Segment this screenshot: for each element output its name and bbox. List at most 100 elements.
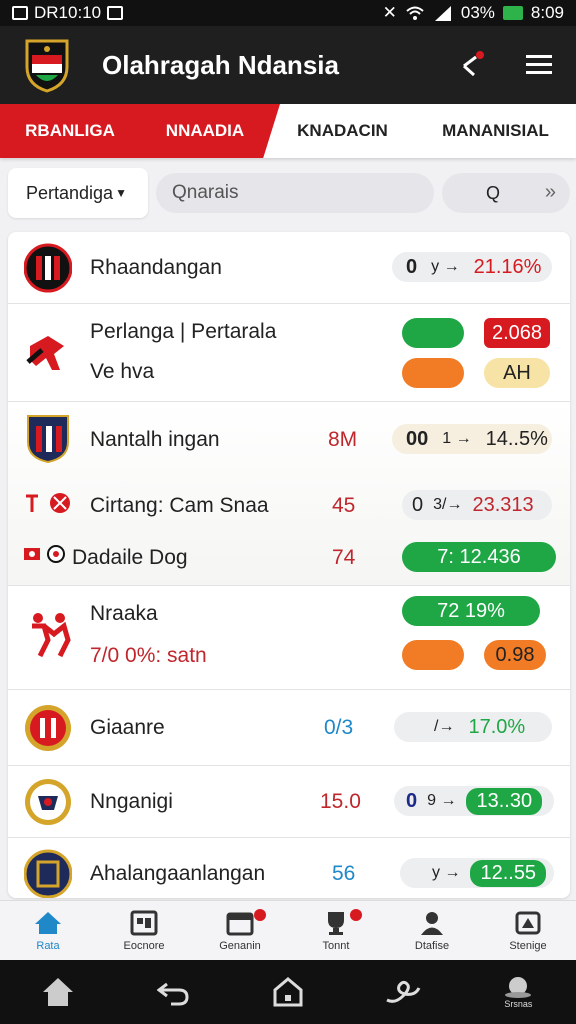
nav-schedule[interactable]: Genanin xyxy=(192,901,288,960)
odds-pill-green: 7: 12.436 xyxy=(402,542,556,572)
back-arrow-icon xyxy=(156,982,189,1006)
nav-label: Rata xyxy=(36,939,60,952)
notification-badge xyxy=(350,909,362,921)
notification-badge xyxy=(254,909,266,921)
nav-settings[interactable]: Stenige xyxy=(480,901,576,960)
odds-percent: 21.16% xyxy=(473,255,542,278)
odds-left-value: 00 xyxy=(406,427,429,450)
list-item[interactable]: Rhaandangan 0 y → 21.16% xyxy=(8,232,570,304)
assistant-label: Srsnas xyxy=(504,999,533,1009)
mute-icon: ✕ xyxy=(382,3,397,22)
back-button[interactable] xyxy=(148,967,198,1017)
team-crest-icon xyxy=(27,415,69,464)
team-name: Ahalangaanlangan xyxy=(90,862,266,885)
trend-arrow: y → xyxy=(432,864,461,881)
match-name: Dadaile Dog xyxy=(72,546,188,569)
home-icon xyxy=(42,978,73,1006)
battery-percent: 03% xyxy=(460,3,495,22)
assistant-button[interactable]: Srsnas xyxy=(493,967,543,1017)
team-name: Nnganigi xyxy=(90,790,173,813)
wifi-icon xyxy=(406,6,424,20)
match-title: Nraaka xyxy=(90,602,158,625)
status-bar: DR10:10 ✕ 03% 8:09 xyxy=(0,0,576,26)
list-item[interactable]: Giaanre 0/3 /→ 17.0% xyxy=(8,690,570,766)
match-subtitle: Ve hva xyxy=(90,360,155,383)
calendar-icon xyxy=(226,912,254,935)
bottom-navigation: Rata Eocnore Genanin Tonnt Dtafise Steni… xyxy=(0,900,576,960)
trend-arrow: y → xyxy=(431,258,460,275)
team-crest-icon xyxy=(25,705,71,751)
status-pill-green xyxy=(402,318,464,348)
trend-arrow: 1 → xyxy=(442,430,472,447)
match-subtitle: 7/0 0%: satn xyxy=(90,644,207,667)
tab-mananisial[interactable]: MANANISIAL xyxy=(415,104,576,158)
odds-percent: 23.313 xyxy=(472,493,534,516)
trend-arrow: 9 → xyxy=(427,792,457,809)
tab-label: MANANISIAL xyxy=(442,121,549,140)
dropdown-value: Pertandiga xyxy=(26,182,114,203)
search-input[interactable] xyxy=(156,173,434,213)
odds-left-value: 0 xyxy=(412,493,424,516)
tab-rbanliga[interactable]: RBANLIGA xyxy=(0,104,140,158)
match-stat: 45 xyxy=(332,494,356,517)
menu-button[interactable] xyxy=(524,50,554,80)
odds-pill: 0 3/→ 23.313 xyxy=(402,490,552,520)
team-stat: 56 xyxy=(332,862,356,885)
odds-badge: 0.98 xyxy=(484,640,546,670)
pill-text: 2.068 xyxy=(491,321,543,344)
category-dropdown[interactable]: Pertandiga ▼ xyxy=(8,168,148,218)
hamburger-icon xyxy=(526,55,552,74)
app-logo xyxy=(25,39,69,93)
nav-home[interactable]: Rata xyxy=(0,901,96,960)
category-tabs: RBANLIGA NNAADIA KNADACIN MANANISIAL xyxy=(0,104,576,158)
odds-percent: 14..5% xyxy=(485,427,548,450)
caret-down-icon: ▼ xyxy=(115,186,127,200)
team-stat: 15.0 xyxy=(320,790,361,813)
recents-button[interactable] xyxy=(378,967,428,1017)
status-time-left: DR10:10 xyxy=(34,3,102,22)
list-item-group[interactable]: Nantalh ingan 8M 00 1 → 14..5% Cirtang: … xyxy=(8,402,570,586)
team-crest-icon xyxy=(24,849,72,898)
match-name: Cirtang: Cam Snaa xyxy=(90,494,269,517)
scoreboard-icon xyxy=(130,910,158,935)
odds-pill: 00 1 → 14..5% xyxy=(392,424,552,454)
match-list: Rhaandangan 0 y → 21.16% Perlanga | Pert… xyxy=(8,232,570,898)
home-button[interactable] xyxy=(263,967,313,1017)
status-clock: 8:09 xyxy=(530,3,564,22)
list-item[interactable]: Nraaka 7/0 0%: satn 72 19% 0.98 xyxy=(8,586,570,690)
nav-label: Stenige xyxy=(509,939,547,952)
nav-label: Eocnore xyxy=(123,939,165,952)
query-value: Q xyxy=(486,182,501,203)
trophy-icon xyxy=(328,911,344,935)
team-name: Nantalh ingan xyxy=(90,428,220,451)
nav-scores[interactable]: Eocnore xyxy=(96,901,192,960)
tab-label: KNADACIN xyxy=(297,121,388,140)
settings-icon xyxy=(515,911,541,934)
list-item[interactable]: Nnganigi 15.0 0 9 → 13..30 xyxy=(8,766,570,838)
odds-percent: 17.0% xyxy=(468,715,526,738)
nav-tournament[interactable]: Tonnt xyxy=(288,901,384,960)
share-icon xyxy=(462,51,484,77)
home-outline-icon xyxy=(273,977,303,1007)
app-bar: Olahragah Ndansia xyxy=(0,26,576,104)
team-name: Giaanre xyxy=(90,716,165,739)
tab-label: RBANLIGA xyxy=(25,121,115,140)
share-button[interactable] xyxy=(458,50,488,80)
team-crest-icon xyxy=(24,243,72,293)
double-chevron-right-icon[interactable]: » xyxy=(545,181,556,204)
flag-ball-icon xyxy=(24,545,65,563)
match-title: Perlanga | Pertarala xyxy=(90,320,277,343)
status-pill-orange xyxy=(402,358,464,388)
query-field[interactable]: Q » xyxy=(442,173,570,213)
system-home-filled-button[interactable] xyxy=(33,967,83,1017)
match-stat: 74 xyxy=(332,546,356,569)
list-item[interactable]: Perlanga | Pertarala Ve hva 2.068 AH xyxy=(8,304,570,402)
odds-pill: 0 y → 21.16% xyxy=(392,252,552,282)
status-pill-orange xyxy=(402,640,464,670)
nav-profile[interactable]: Dtafise xyxy=(384,901,480,960)
list-item[interactable]: Ahalangaanlangan 56 y → 12..55 xyxy=(8,838,570,898)
tab-nnaadia[interactable]: NNAADIA xyxy=(140,104,270,158)
tab-knadacin[interactable]: KNADACIN xyxy=(270,104,415,158)
team-crest-icon xyxy=(25,779,71,825)
nav-label: Genanin xyxy=(219,939,261,952)
